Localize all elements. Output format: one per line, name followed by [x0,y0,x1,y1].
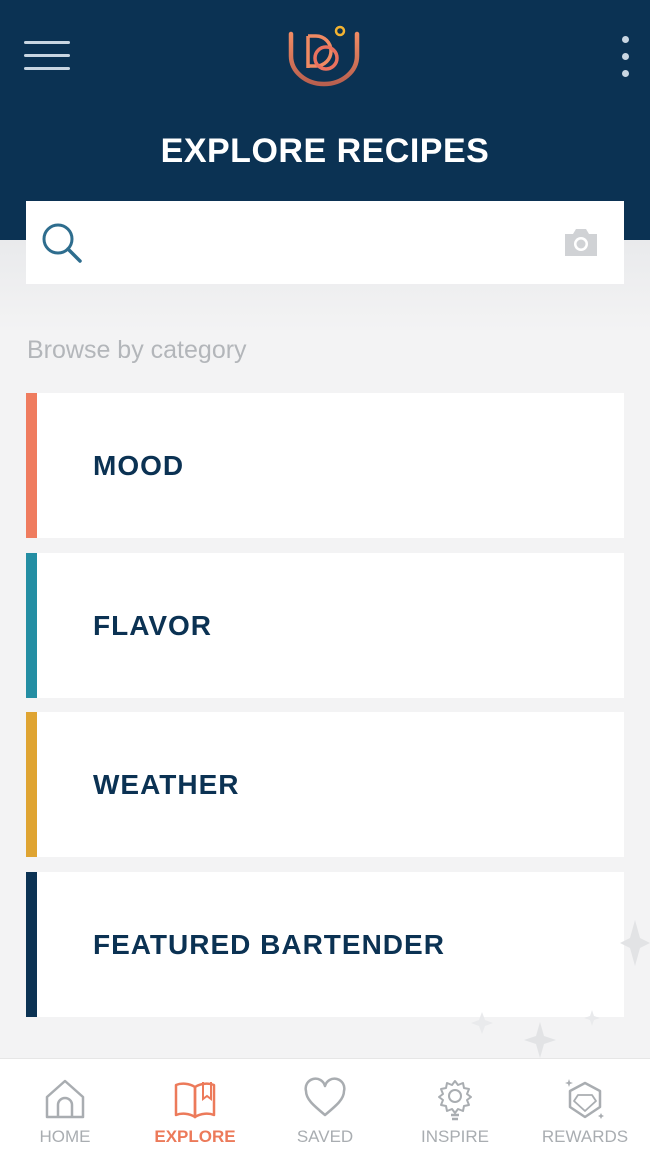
category-label: FEATURED BARTENDER [93,929,445,960]
nav-explore[interactable]: EXPLORE [130,1059,260,1160]
search-icon[interactable] [40,221,84,265]
nav-inspire[interactable]: INSPIRE [390,1059,520,1160]
nav-saved-label: SAVED [296,1127,354,1146]
nav-rewards-label: REWARDS [541,1127,629,1146]
page-title: EXPLORE RECIPES [160,132,490,170]
nav-explore-label: EXPLORE [154,1127,236,1146]
category-accent-bar [26,553,37,698]
more-vertical-icon[interactable] [612,34,640,80]
lightbulb-icon [438,1080,472,1121]
category-mood[interactable]: MOOD [26,393,624,538]
hamburger-menu-icon[interactable] [24,38,72,74]
category-label: FLAVOR [93,610,213,641]
nav-home[interactable]: HOME [0,1059,130,1160]
nav-inspire-label: INSPIRE [420,1127,490,1146]
home-icon [45,1079,85,1119]
category-accent-bar [26,872,37,1017]
category-weather[interactable]: WEATHER [26,712,624,857]
category-accent-bar [26,393,37,538]
category-label: WEATHER [93,769,240,800]
heart-icon [304,1077,346,1117]
search-input[interactable] [98,219,538,265]
category-label: MOOD [93,450,185,481]
bottom-navigation: HOME EXPLORE SAVED INSPIRE REWARDS [0,1058,650,1160]
category-accent-bar [26,712,37,857]
nav-home-label: HOME [39,1127,91,1146]
category-flavor[interactable]: FLAVOR [26,553,624,698]
nav-rewards[interactable]: REWARDS [520,1059,650,1160]
sparkle-decoration-icon [471,920,650,1058]
search-bar [26,201,624,284]
camera-icon[interactable] [562,225,600,259]
browse-by-category-label: Browse by category [27,336,247,364]
gem-icon [565,1079,604,1119]
brand-logo-icon [288,25,360,87]
nav-saved[interactable]: SAVED [260,1059,390,1160]
book-icon [174,1082,216,1119]
